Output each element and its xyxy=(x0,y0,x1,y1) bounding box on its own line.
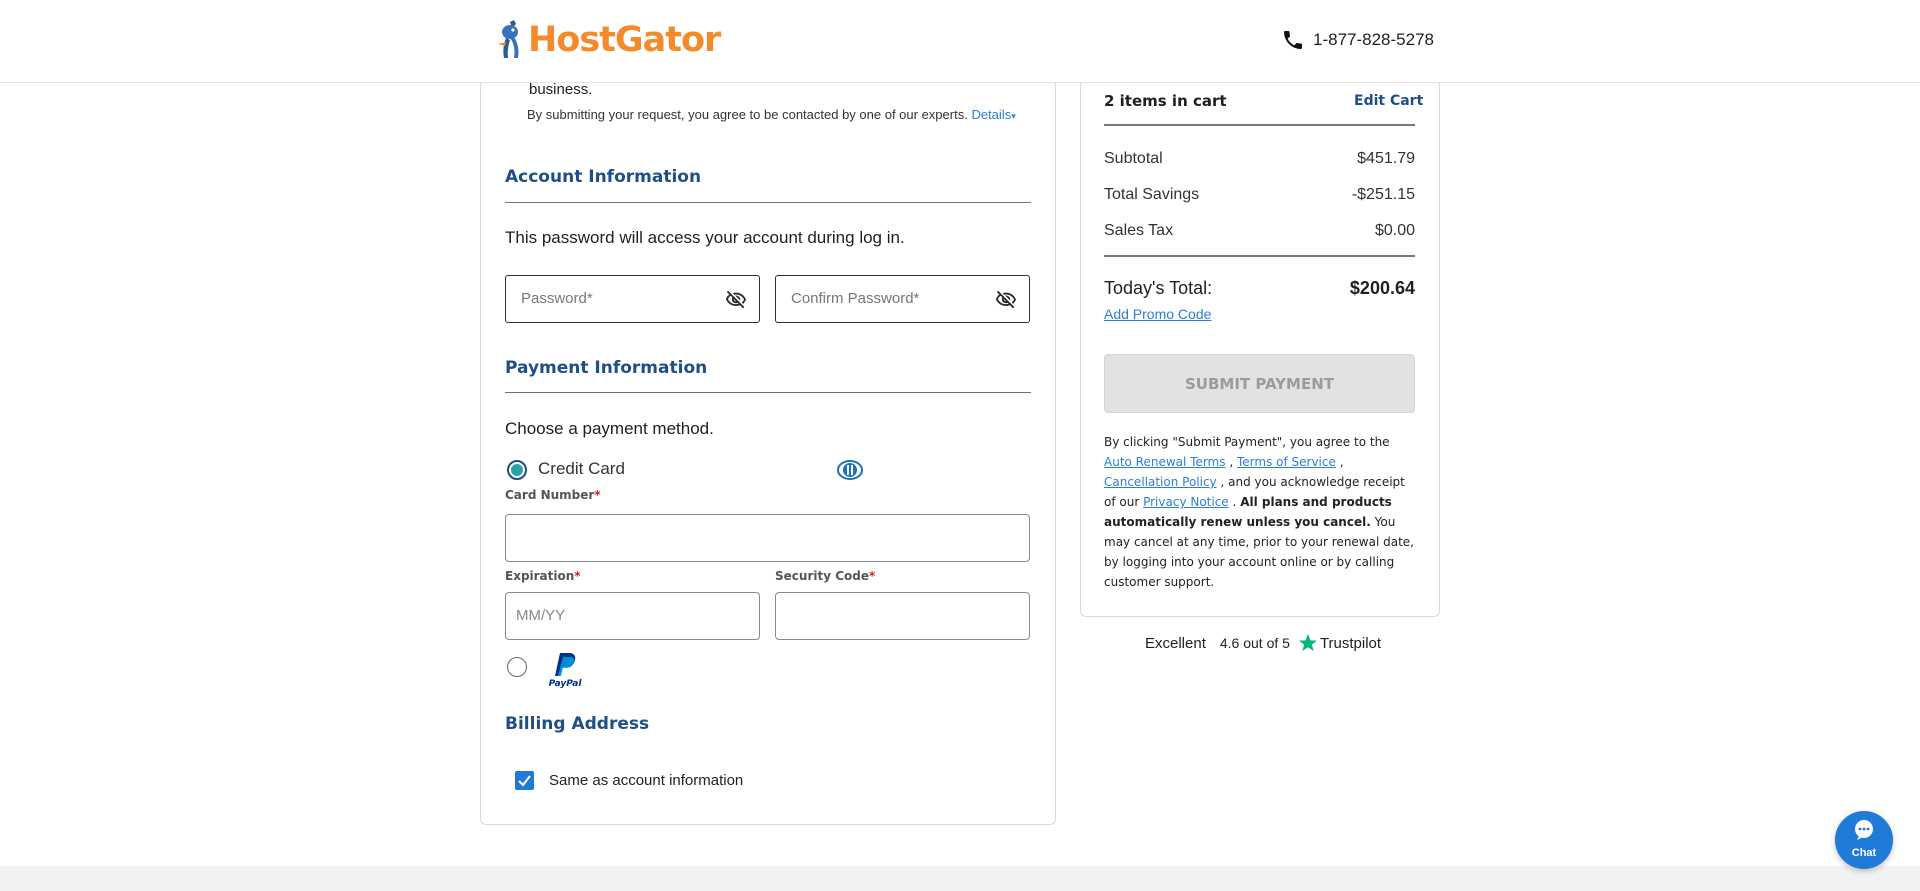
section-divider xyxy=(505,202,1031,203)
trustpilot-rating: 4.6 out of 5 xyxy=(1219,635,1290,651)
card-number-label-text: Card Number xyxy=(505,488,595,502)
eye-off-icon[interactable] xyxy=(725,289,747,311)
card-number-input[interactable] xyxy=(516,529,987,546)
consent-text: By submitting your request, you agree to… xyxy=(527,107,1016,122)
brand-name: HostGator xyxy=(528,20,721,60)
credit-card-label: Credit Card xyxy=(538,459,625,478)
star-icon xyxy=(1298,634,1317,651)
card-number-label: Card Number* xyxy=(505,488,601,502)
trustpilot-widget[interactable]: Excellent 4.6 out of 5 Trustpilot xyxy=(1145,633,1381,653)
total-row: Today's Total: $200.64 xyxy=(1104,278,1415,299)
confirm-password-field[interactable] xyxy=(775,275,1030,323)
account-description: This password will access your account d… xyxy=(505,228,905,247)
same-as-account-label: Same as account information xyxy=(549,772,744,789)
payment-method-prompt: Choose a payment method. xyxy=(505,419,714,438)
security-code-field[interactable] xyxy=(775,592,1030,640)
security-code-input[interactable] xyxy=(786,607,1014,624)
savings-label: Total Savings xyxy=(1104,186,1200,203)
details-link[interactable]: Details▾ xyxy=(971,107,1015,122)
password-field[interactable] xyxy=(505,275,760,323)
paypal-wordmark: PayPal xyxy=(549,679,583,688)
summary-divider xyxy=(1104,124,1415,126)
business-text: business. xyxy=(529,81,593,98)
summary-divider xyxy=(1104,255,1415,257)
eye-off-icon[interactable] xyxy=(995,289,1017,311)
submit-payment-button[interactable]: SUBMIT PAYMENT xyxy=(1104,354,1415,413)
chat-bubble-icon xyxy=(1855,820,1873,840)
expiration-input[interactable] xyxy=(516,607,744,624)
required-marker: * xyxy=(594,488,601,502)
expiration-label-text: Expiration xyxy=(505,569,575,583)
password-input[interactable] xyxy=(521,290,711,307)
required-marker: * xyxy=(868,569,876,583)
tax-value: $0.00 xyxy=(1374,222,1415,239)
diners-club-icon xyxy=(837,460,863,480)
phone-contact[interactable]: 1-877-828-5278 xyxy=(1281,28,1434,52)
billing-address-title: Billing Address xyxy=(505,714,650,734)
total-value: $200.64 xyxy=(1349,278,1415,298)
edit-cart-link[interactable]: Edit Cart xyxy=(1354,93,1423,109)
privacy-notice-link[interactable]: Privacy Notice xyxy=(1143,495,1229,509)
legal-text-3: . xyxy=(1232,495,1237,509)
gator-mascot-icon xyxy=(498,20,519,58)
credit-card-radio[interactable] xyxy=(507,460,527,480)
trustpilot-brand: Trustpilot xyxy=(1319,634,1382,652)
subtotal-label: Subtotal xyxy=(1104,150,1163,167)
cancellation-policy-link[interactable]: Cancellation Policy xyxy=(1104,475,1217,489)
subtotal-row: Subtotal $451.79 xyxy=(1104,150,1415,168)
legal-comma: , xyxy=(1229,455,1234,469)
required-marker: * xyxy=(574,569,581,583)
footer-strip xyxy=(0,866,1920,891)
legal-disclaimer: By clicking "Submit Payment", you agree … xyxy=(1104,432,1416,592)
account-information-title: Account Information xyxy=(505,167,702,187)
hostgator-logo[interactable]: HostGator xyxy=(492,18,721,62)
security-code-label: Security Code* xyxy=(775,569,875,583)
auto-renewal-terms-link[interactable]: Auto Renewal Terms xyxy=(1104,455,1226,469)
checkmark-icon xyxy=(518,775,531,787)
tax-label: Sales Tax xyxy=(1104,222,1174,239)
consent-copy: By submitting your request, you agree to… xyxy=(527,107,968,122)
details-label: Details xyxy=(971,107,1012,122)
confirm-password-input[interactable] xyxy=(791,290,981,307)
chat-label: Chat xyxy=(1851,847,1877,859)
paypal-radio[interactable] xyxy=(507,657,527,677)
savings-row: Total Savings -$251.15 xyxy=(1104,186,1415,204)
legal-comma: , xyxy=(1339,455,1344,469)
payment-information-title: Payment Information xyxy=(505,358,708,378)
caret-down-icon: ▾ xyxy=(1011,111,1016,121)
trustpilot-excellent: Excellent xyxy=(1145,634,1206,652)
phone-number: 1-877-828-5278 xyxy=(1313,30,1434,49)
cart-item-count: 2 items in cart xyxy=(1104,92,1227,110)
phone-icon xyxy=(1284,31,1302,49)
paypal-logo: PayPal xyxy=(549,653,583,688)
tax-row: Sales Tax $0.00 xyxy=(1104,222,1415,240)
site-header: HostGator 1-877-828-5278 xyxy=(0,0,1920,83)
expiration-field[interactable] xyxy=(505,592,760,640)
add-promo-code-link[interactable]: Add Promo Code xyxy=(1104,306,1211,322)
savings-value: -$251.15 xyxy=(1351,186,1415,203)
total-label: Today's Total: xyxy=(1104,278,1213,298)
expiration-label: Expiration* xyxy=(505,569,581,583)
legal-text-1: By clicking "Submit Payment", you agree … xyxy=(1104,435,1390,449)
security-code-label-text: Security Code xyxy=(775,569,869,583)
subtotal-value: $451.79 xyxy=(1357,150,1415,167)
section-divider xyxy=(505,392,1031,393)
same-as-account-checkbox[interactable] xyxy=(515,771,534,790)
chat-button[interactable]: Chat xyxy=(1835,811,1893,869)
card-number-field[interactable] xyxy=(505,514,1030,562)
terms-of-service-link[interactable]: Terms of Service xyxy=(1237,455,1336,469)
